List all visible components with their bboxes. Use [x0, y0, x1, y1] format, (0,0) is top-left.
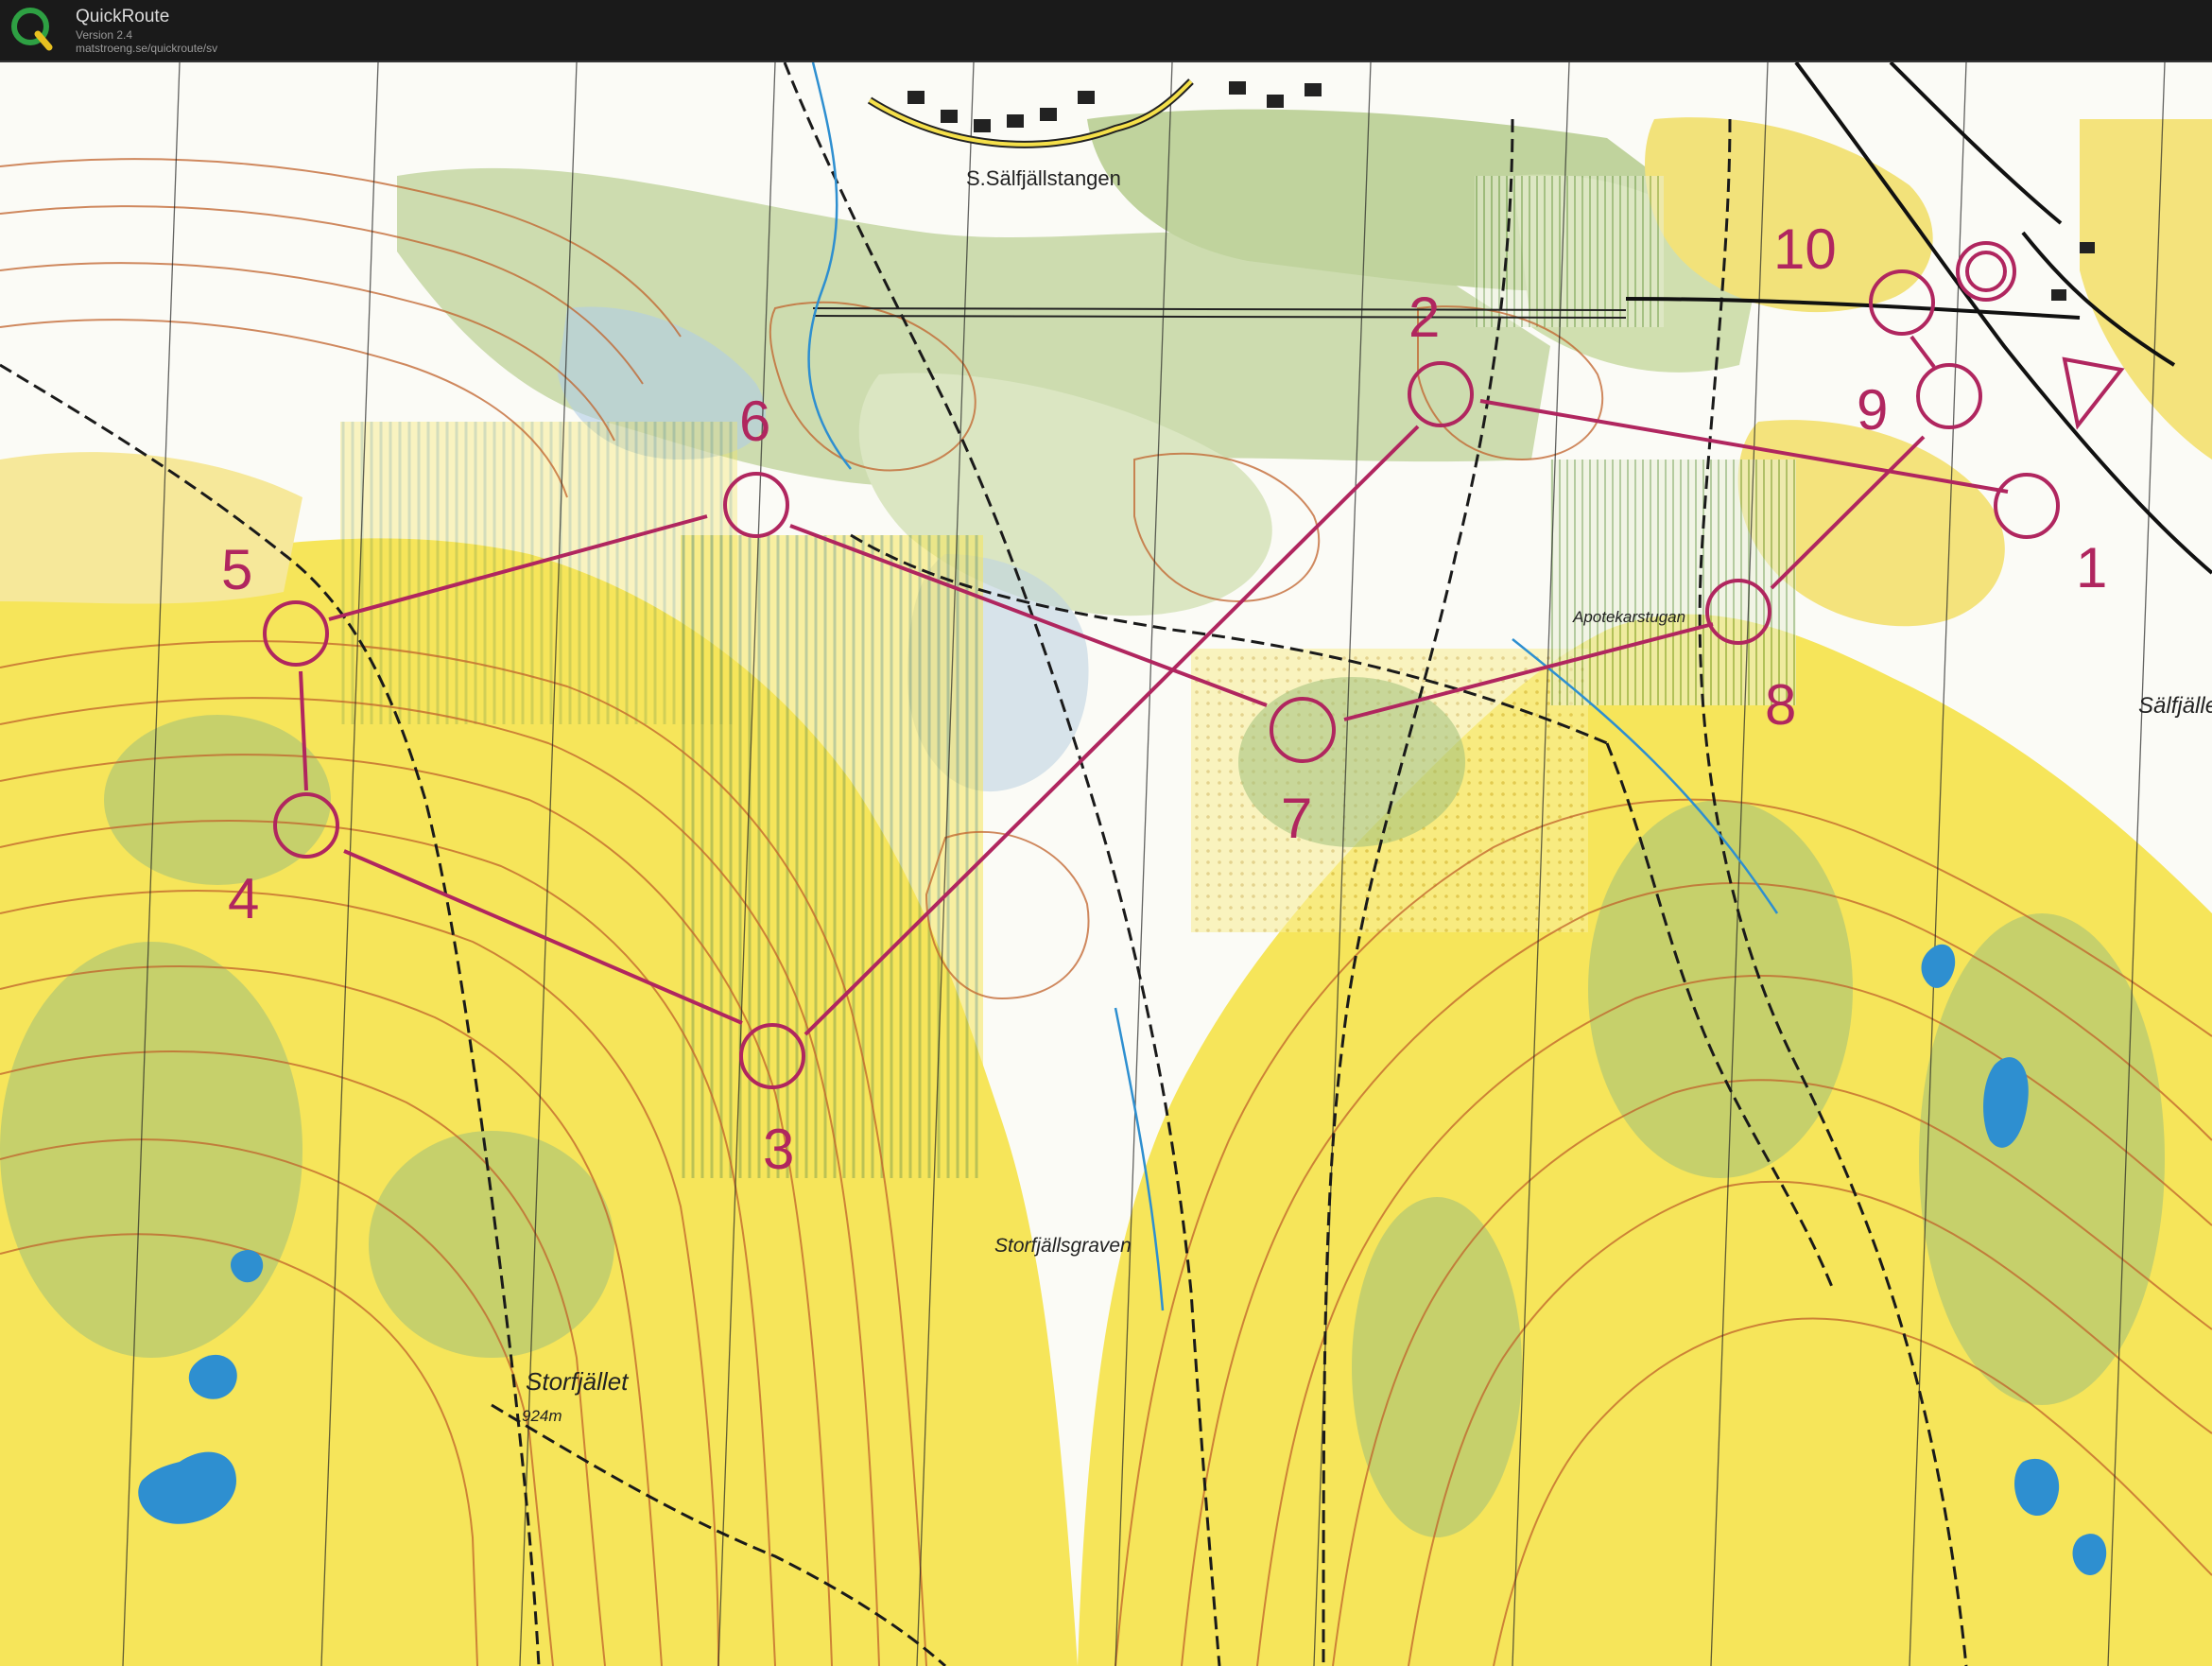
app-name: QuickRoute: [76, 7, 170, 26]
undergrowth: [1475, 176, 1664, 327]
map-canvas: 1 2 3 4 5 6 7 8 9 10 S.Sälfjällstangen A…: [0, 62, 2212, 1666]
place-storfjallsgraven: Storfjällsgraven: [994, 1235, 1132, 1257]
title-bar: QuickRoute Version 2.4 matstroeng.se/qui…: [0, 0, 2212, 62]
control-10-number: 10: [1773, 217, 1837, 281]
place-storfjallet: Storfjället: [526, 1367, 630, 1396]
control-7-number: 7: [1281, 787, 1312, 850]
control-3-number: 3: [763, 1118, 794, 1181]
control-9-number: 9: [1857, 378, 1888, 442]
control-2-number: 2: [1408, 286, 1440, 349]
orienteering-map[interactable]: 1 2 3 4 5 6 7 8 9 10 S.Sälfjällstangen A…: [0, 62, 2212, 1666]
place-salfjallet: Sälfjället: [2138, 693, 2212, 719]
app-url: matstroeng.se/quickroute/sv: [76, 42, 218, 55]
control-6-number: 6: [739, 390, 770, 453]
place-s-salfjallstangen: S.Sälfjällstangen: [966, 166, 1121, 190]
place-apotekarstugan: Apotekarstugan: [1572, 608, 1685, 626]
control-5-number: 5: [221, 538, 252, 601]
app-version: Version 2.4: [76, 28, 133, 42]
quickroute-logo-icon: [11, 8, 53, 51]
control-8-number: 8: [1765, 673, 1796, 737]
place-storfjallet-height: 924m: [522, 1407, 562, 1425]
control-1-number: 1: [2076, 536, 2107, 599]
control-4-number: 4: [228, 867, 259, 930]
undergrowth: [1550, 460, 1796, 705]
